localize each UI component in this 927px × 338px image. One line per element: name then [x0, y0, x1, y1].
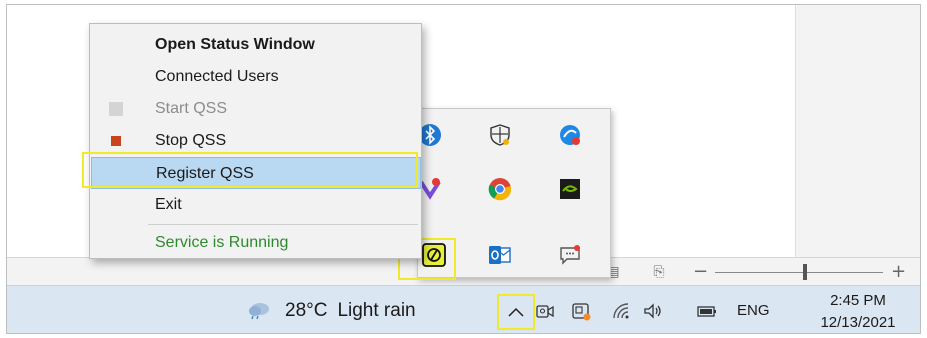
battery-icon[interactable]	[697, 301, 717, 321]
zoom-in-button[interactable]: +	[891, 261, 906, 282]
chevron-up-icon	[508, 307, 524, 317]
start-square-icon	[109, 102, 123, 116]
clock[interactable]: 2:45 PM 12/13/2021	[803, 290, 913, 333]
chrome-icon[interactable]	[488, 177, 512, 201]
nvidia-icon[interactable]	[558, 177, 582, 201]
zoom-slider-track[interactable]	[715, 272, 883, 273]
weather-condition: Light rain	[337, 300, 416, 321]
menu-item-start-qss[interactable]: Start QSS	[91, 93, 421, 125]
outlook-icon[interactable]	[488, 243, 512, 267]
web-view-icon[interactable]: ⎘	[651, 264, 667, 280]
windows-security-icon[interactable]	[488, 123, 512, 147]
meet-now-icon[interactable]	[535, 301, 555, 321]
zoom-out-button[interactable]: −	[693, 261, 708, 282]
weather-temperature: 28°C	[285, 300, 328, 321]
menu-item-connected-users[interactable]: Connected Users	[91, 61, 421, 93]
taskbar-app-icon[interactable]	[571, 301, 591, 321]
chat-icon[interactable]	[558, 243, 582, 267]
service-status-label: Service is Running	[155, 234, 289, 251]
menu-item-label: Connected Users	[155, 68, 279, 85]
menu-item-label: Start QSS	[155, 100, 228, 117]
register-qss-highlight-box	[82, 152, 418, 188]
service-status-text: Service is Running	[91, 227, 421, 259]
qss-context-menu: Open Status Window Connected Users Start…	[89, 23, 422, 259]
menu-item-exit[interactable]: Exit	[91, 189, 421, 221]
menu-item-label: Stop QSS	[155, 132, 227, 149]
zoom-slider-thumb[interactable]	[803, 264, 807, 280]
tray-app-icon[interactable]	[558, 123, 582, 147]
weather-widget[interactable]: 28°C Light rain	[285, 300, 416, 322]
clock-date: 12/13/2021	[820, 314, 896, 331]
show-hidden-icons-button[interactable]	[497, 294, 535, 330]
menu-separator	[148, 224, 418, 225]
wifi-icon[interactable]	[611, 301, 631, 321]
stop-square-icon	[111, 136, 121, 146]
input-language[interactable]: ENG	[737, 302, 770, 319]
weather-cloud-rain-icon[interactable]	[247, 300, 271, 320]
screenshot-frame: ▤ ⎘ − + 28°C Light rain ENG 2:45 PM 12/1…	[6, 4, 921, 334]
volume-icon[interactable]	[643, 301, 663, 321]
side-pane	[795, 5, 920, 257]
clock-time: 2:45 PM	[830, 292, 886, 309]
menu-item-label: Open Status Window	[155, 36, 315, 53]
menu-item-label: Exit	[155, 196, 182, 213]
taskbar: 28°C Light rain ENG 2:45 PM 12/13/2021	[7, 285, 920, 333]
menu-item-open-status-window[interactable]: Open Status Window	[91, 29, 421, 61]
